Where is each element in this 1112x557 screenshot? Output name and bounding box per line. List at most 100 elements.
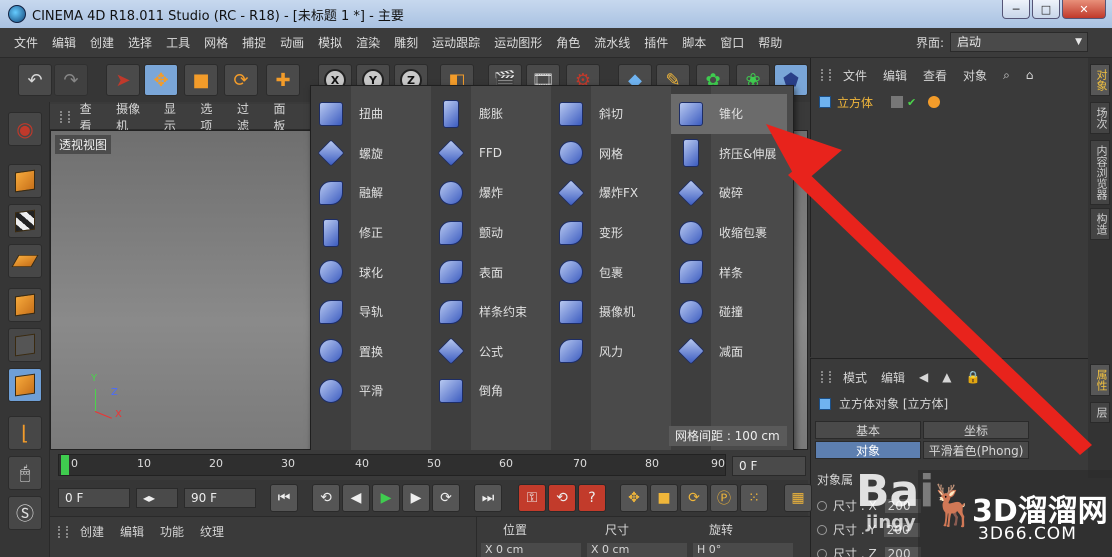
deformer-polygon-reduction[interactable]: 减面: [671, 332, 787, 372]
mm-menu-texture[interactable]: 纹理: [200, 523, 224, 540]
key-scale-button[interactable]: ■: [650, 484, 678, 512]
search-icon[interactable]: ⌕: [1003, 68, 1010, 83]
key-rotation-button[interactable]: ⟳: [680, 484, 708, 512]
deformer-ffd[interactable]: FFD: [431, 134, 547, 174]
menu-sculpt[interactable]: 雕刻: [394, 34, 418, 51]
deformer-rail[interactable]: 导轨: [311, 292, 427, 332]
polygons-mode-button[interactable]: [8, 368, 42, 402]
mm-menu-function[interactable]: 功能: [160, 523, 184, 540]
tab-coord[interactable]: 坐标: [923, 421, 1029, 439]
deformer-mesh[interactable]: 网格: [551, 134, 667, 174]
redo-button[interactable]: ↷: [54, 64, 88, 96]
deformer-taper[interactable]: 锥化: [671, 94, 787, 134]
deformer-bend[interactable]: 扭曲: [311, 94, 427, 134]
previous-frame-button[interactable]: ◀: [342, 484, 370, 512]
edges-mode-button[interactable]: [8, 328, 42, 362]
deformer-melt[interactable]: 融解: [311, 173, 427, 213]
deformer-bulge[interactable]: 膨胀: [431, 94, 547, 134]
back-arrow-icon[interactable]: ◀: [919, 370, 928, 384]
om-menu-file[interactable]: 文件: [843, 67, 867, 84]
menu-simulate[interactable]: 模拟: [318, 34, 342, 51]
start-frame-field[interactable]: 0 F: [58, 488, 130, 508]
tab-takes[interactable]: 场次: [1090, 102, 1110, 134]
tab-structure[interactable]: 构造: [1090, 208, 1110, 240]
drag-grip-icon[interactable]: [821, 69, 831, 81]
previous-key-button[interactable]: ⟲: [312, 484, 340, 512]
tab-phong[interactable]: 平滑着色(Phong): [923, 441, 1029, 459]
deformer-formula[interactable]: 公式: [431, 332, 547, 372]
record-keys-button[interactable]: ⚿: [518, 484, 546, 512]
tab-content-browser[interactable]: 内容浏览器: [1090, 140, 1110, 205]
close-button[interactable]: ✕: [1062, 0, 1106, 19]
timeline-ruler[interactable]: 0 10 20 30 40 50 60 70 80 90: [58, 454, 726, 476]
menu-create[interactable]: 创建: [90, 34, 114, 51]
deformer-wrap[interactable]: 包裹: [551, 252, 667, 292]
position-x-field[interactable]: X 0 cm: [481, 543, 581, 557]
object-name[interactable]: 立方体: [837, 94, 873, 111]
deformer-collision[interactable]: 碰撞: [671, 292, 787, 332]
range-slider[interactable]: ◂▸: [136, 488, 178, 508]
deformer-displacer[interactable]: 置换: [311, 332, 427, 372]
play-button[interactable]: ▶: [372, 484, 400, 512]
deformer-surface[interactable]: 表面: [431, 252, 547, 292]
home-icon[interactable]: ⌂: [1026, 68, 1034, 82]
scale-tool-button[interactable]: ■: [184, 64, 218, 96]
menu-pipeline[interactable]: 流水线: [594, 34, 630, 51]
viewport-menu-display[interactable]: 显示: [164, 100, 187, 134]
menu-mograph[interactable]: 运动图形: [494, 34, 542, 51]
viewport-menu-camera[interactable]: 摄像机: [116, 100, 150, 134]
viewport-menu-options[interactable]: 选项: [200, 100, 223, 134]
deformer-twist[interactable]: 螺旋: [311, 134, 427, 174]
viewport-menu-panel[interactable]: 面板: [273, 100, 296, 134]
minimize-button[interactable]: ─: [1002, 0, 1030, 19]
drag-grip-icon[interactable]: [58, 525, 68, 538]
deformer-spline[interactable]: 样条: [671, 252, 787, 292]
radio-icon[interactable]: [817, 500, 827, 511]
live-selection-button[interactable]: ➤: [106, 64, 140, 96]
deformer-wind[interactable]: 风力: [551, 332, 667, 372]
lock-icon[interactable]: 🔒: [966, 370, 981, 384]
go-to-end-button[interactable]: ⏭: [474, 484, 502, 512]
radio-icon[interactable]: [817, 524, 827, 535]
menu-select[interactable]: 选择: [128, 34, 152, 51]
visibility-flag-icon[interactable]: [891, 96, 904, 108]
menu-edit[interactable]: 编辑: [52, 34, 76, 51]
menu-motion-tracking[interactable]: 运动跟踪: [432, 34, 480, 51]
size-x-field[interactable]: X 0 cm: [587, 543, 687, 557]
drag-grip-icon[interactable]: [60, 110, 70, 123]
menu-tools[interactable]: 工具: [166, 34, 190, 51]
size-z-field[interactable]: 尺寸 . Z 200: [817, 545, 921, 557]
axis-mode-button[interactable]: ⌊: [8, 416, 42, 450]
deformer-morph[interactable]: 变形: [551, 213, 667, 253]
snap-button[interactable]: Ⓢ: [8, 496, 42, 530]
menu-render[interactable]: 渲染: [356, 34, 380, 51]
menu-script[interactable]: 脚本: [682, 34, 706, 51]
mm-menu-create[interactable]: 创建: [80, 523, 104, 540]
deformer-explosion[interactable]: 爆炸: [431, 173, 547, 213]
key-parameter-button[interactable]: Ⓟ: [710, 484, 738, 512]
move-tool-button[interactable]: ✥: [144, 64, 178, 96]
key-position-button[interactable]: ✥: [620, 484, 648, 512]
om-menu-view[interactable]: 查看: [923, 67, 947, 84]
viewport-menu-view[interactable]: 查看: [80, 100, 103, 134]
next-frame-button[interactable]: ▶: [402, 484, 430, 512]
keyframe-selection-button[interactable]: ?: [578, 484, 606, 512]
tab-layers[interactable]: 层: [1090, 402, 1110, 423]
deformer-jiggle[interactable]: 颤动: [431, 213, 547, 253]
layout-select[interactable]: 启动 ▼: [950, 32, 1088, 52]
deformer-smoothing[interactable]: 平滑: [311, 371, 427, 411]
enabled-check-icon[interactable]: ✔: [907, 96, 916, 109]
playhead[interactable]: [61, 455, 69, 475]
menu-plugins[interactable]: 插件: [644, 34, 668, 51]
next-key-button[interactable]: ⟳: [432, 484, 460, 512]
object-row-cube[interactable]: 立方体 ✔: [819, 92, 1079, 112]
rotation-h-field[interactable]: H 0°: [693, 543, 793, 557]
deformer-spline-wrap[interactable]: 样条约束: [431, 292, 547, 332]
deformer-correction[interactable]: 修正: [311, 213, 427, 253]
maximize-button[interactable]: □: [1032, 0, 1060, 19]
om-menu-object[interactable]: 对象: [963, 67, 987, 84]
menu-help[interactable]: 帮助: [758, 34, 782, 51]
am-menu-edit[interactable]: 编辑: [881, 369, 905, 386]
timeline-window-button[interactable]: ▦: [784, 484, 812, 512]
make-editable-button[interactable]: ◉: [8, 112, 42, 146]
